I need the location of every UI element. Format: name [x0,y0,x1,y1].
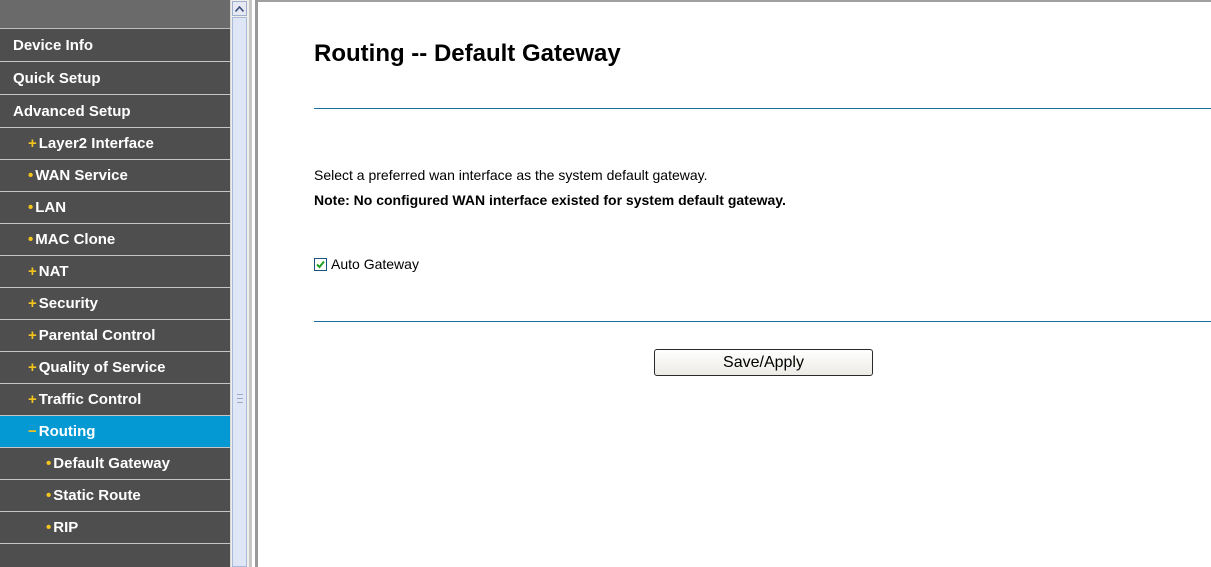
check-icon [316,260,325,268]
sidebar-item-nat[interactable]: + NAT [0,256,230,288]
sidebar-item-default-gateway[interactable]: • Default Gateway [0,448,230,480]
scrollbar-thumb[interactable] [232,17,247,567]
sidebar-item-label: NAT [38,263,69,280]
sidebar-item-advanced-setup[interactable]: Advanced Setup [0,95,230,128]
collapse-icon: − [28,423,37,440]
expand-icon: + [28,391,37,408]
sidebar-item-wan-service[interactable]: • WAN Service [0,160,230,192]
dot-icon: • [28,199,34,216]
sidebar-item-label: Device Info [13,37,94,54]
sidebar-item-label: Parental Control [38,327,156,344]
sidebar-item-parental-control[interactable]: + Parental Control [0,320,230,352]
auto-gateway-checkbox[interactable] [314,257,327,271]
sidebar-item-label: LAN [35,199,67,216]
frame-divider[interactable] [249,0,252,567]
sidebar-item-lan[interactable]: • LAN [0,192,230,224]
sidebar-item-label: Quick Setup [13,70,101,87]
sidebar-item-security[interactable]: + Security [0,288,230,320]
expand-icon: + [28,359,37,376]
sidebar-item-label: Routing [38,423,96,440]
sidebar-item-label: Advanced Setup [13,103,131,120]
sidebar-item-label: Quality of Service [38,359,166,376]
expand-icon: + [28,295,37,312]
dot-icon: • [46,519,52,536]
sidebar-item-static-route[interactable]: • Static Route [0,480,230,512]
dot-icon: • [28,167,34,184]
title-divider [314,108,1211,109]
sidebar-item-label: RIP [53,519,79,536]
sidebar-item-quality-of-service[interactable]: + Quality of Service [0,352,230,384]
sidebar-item-label: Traffic Control [38,391,142,408]
expand-icon: + [28,327,37,344]
sidebar-item-layer2-interface[interactable]: + Layer2 Interface [0,128,230,160]
dot-icon: • [46,455,52,472]
sidebar-item-device-info[interactable]: Device Info [0,29,230,62]
note-text: Note: No configured WAN interface existe… [314,192,786,208]
sidebar-item-label: WAN Service [35,167,128,184]
sidebar-item-routing[interactable]: − Routing [0,416,230,448]
dot-icon: • [46,487,52,504]
sidebar-menu: Device Info Quick Setup Advanced Setup +… [0,0,230,567]
sidebar-item-quick-setup[interactable]: Quick Setup [0,62,230,95]
grip-icon [237,394,243,403]
sidebar-item-mac-clone[interactable]: • MAC Clone [0,224,230,256]
main-content: Routing -- Default Gateway Select a pref… [258,0,1211,567]
scroll-up-icon[interactable] [232,1,247,16]
page-title: Routing -- Default Gateway [314,40,621,67]
sidebar-item-traffic-control[interactable]: + Traffic Control [0,384,230,416]
description-text: Select a preferred wan interface as the … [314,167,708,183]
form-divider [314,321,1211,322]
sidebar-scrollbar[interactable] [230,0,249,567]
sidebar-item-label: Security [38,295,98,312]
sidebar-item-label: MAC Clone [35,231,116,248]
dot-icon: • [28,231,34,248]
save-apply-button[interactable]: Save/Apply [654,349,873,376]
sidebar-header [0,0,230,29]
sidebar-item-label: Layer2 Interface [38,135,154,152]
auto-gateway-option[interactable]: Auto Gateway [314,256,419,272]
sidebar-item-rip[interactable]: • RIP [0,512,230,544]
auto-gateway-label: Auto Gateway [331,256,419,272]
sidebar-item-label: Default Gateway [53,455,170,472]
sidebar-item-label: Static Route [53,487,141,504]
expand-icon: + [28,263,37,280]
expand-icon: + [28,135,37,152]
